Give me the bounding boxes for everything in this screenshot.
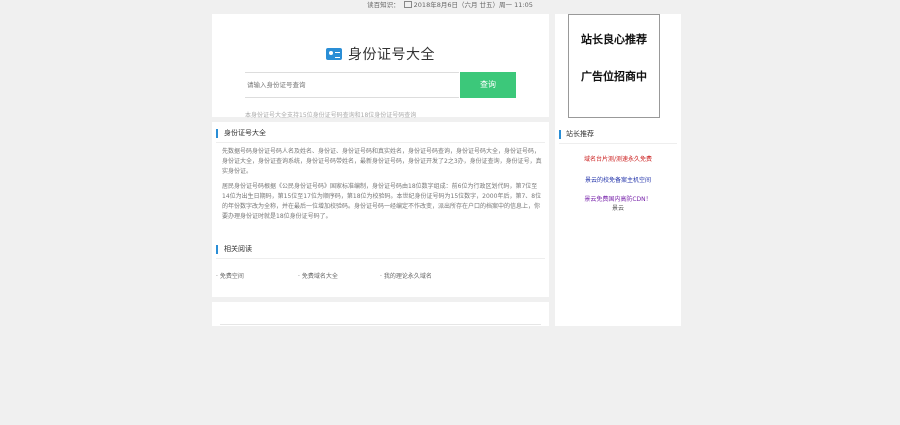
divider — [216, 142, 545, 143]
topbar-prefix: 读百知识： — [367, 1, 400, 9]
site-title: 身份证号大全 — [348, 47, 435, 63]
search-input[interactable] — [245, 73, 463, 97]
search-box — [245, 72, 463, 98]
article-panel: 身份证号大全 先数据号码身份证号码人名及姓名、身份证、身份证号码和真实姓名，身份… — [212, 122, 549, 297]
sidebar-section-title: 站长推荐 — [559, 130, 594, 139]
search-button[interactable]: 查询 — [460, 72, 516, 98]
site-logo[interactable]: 身份证号大全 — [212, 44, 549, 64]
sidebar-link[interactable]: 域名台片测/测速永久免费 — [555, 155, 681, 164]
search-panel: 身份证号大全 查询 本身份证号大全支持15位身份证号码查询和18位身份证号码查询 — [212, 14, 549, 119]
ad-banner[interactable]: 站长良心推荐 广告位招商中 — [568, 14, 660, 118]
article-paragraph-1: 先数据号码身份证号码人名及姓名、身份证、身份证号码和真实姓名，身份证号码查询，身… — [222, 148, 542, 175]
article-paragraph-2: 居民身份证号码根据《公民身份证号码》国家标准编制，身份证号码由18位数字组成：前… — [222, 183, 542, 220]
divider — [559, 143, 677, 144]
search-note: 本身份证号大全支持15位身份证号码查询和18位身份证号码查询 — [245, 112, 417, 119]
id-card-icon — [326, 48, 342, 60]
divider — [216, 258, 545, 259]
related-section-title: 相关阅读 — [216, 245, 252, 254]
topbar-date: 2018年8月6日（六月 廿五）周一 11:05 — [413, 1, 533, 9]
related-link[interactable]: 免费域名大全 — [298, 271, 338, 280]
sidebar-link[interactable]: 景云的校免备案主机空间 — [555, 176, 681, 185]
article-section-title: 身份证号大全 — [216, 129, 266, 138]
bottom-panel — [212, 302, 549, 326]
top-bar: 读百知识： 2018年8月6日（六月 廿五）周一 11:05 — [0, 0, 900, 12]
divider — [220, 324, 541, 325]
ad-line-1: 站长良心推荐 — [581, 33, 647, 46]
sidebar-link[interactable]: 景云免费国内高防CDN！ — [555, 195, 681, 204]
sidebar-link[interactable]: 景云 — [555, 204, 681, 213]
ad-line-2: 广告位招商中 — [581, 70, 647, 83]
sidebar-panel: 站长良心推荐 广告位招商中 站长推荐 域名台片测/测速永久免费 景云的校免备案主… — [555, 14, 681, 326]
related-link[interactable]: 免费空间 — [216, 271, 244, 280]
related-link[interactable]: 我的理论永久域名 — [380, 271, 432, 280]
calendar-icon — [403, 1, 412, 8]
